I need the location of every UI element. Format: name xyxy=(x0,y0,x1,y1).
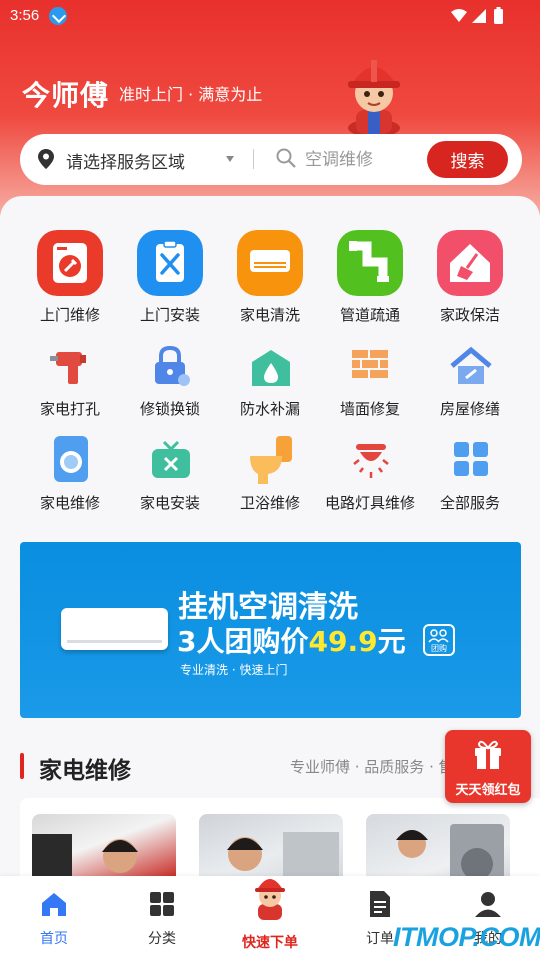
status-icons xyxy=(451,7,503,24)
chevron-down-icon[interactable] xyxy=(226,156,234,162)
tab-label: 首页 xyxy=(40,931,68,947)
service-label: 房屋修缮 xyxy=(439,400,500,418)
pipe-icon xyxy=(337,230,403,296)
tab-label: 快速下单 xyxy=(242,935,298,951)
tab-home[interactable]: 首页 xyxy=(14,876,94,960)
group-buy-label: 团购 xyxy=(431,644,447,653)
service-label: 修锁换锁 xyxy=(139,400,200,418)
grid-icon xyxy=(454,442,488,476)
service-label: 家电安装 xyxy=(139,494,200,512)
drill-icon xyxy=(50,352,86,384)
service-label: 管道疏通 xyxy=(339,306,400,324)
service-label: 电路灯具维修 xyxy=(324,494,415,512)
air-conditioner-image xyxy=(61,608,168,650)
location-pin-icon xyxy=(38,149,54,169)
service-label: 上门安装 xyxy=(139,306,200,324)
banner-subtitle: 专业清洗 · 快速上门 xyxy=(180,663,288,677)
service-appliance-cleaning[interactable]: 家电清洗 xyxy=(220,230,320,326)
tab-label: 分类 xyxy=(148,931,176,947)
washing-machine-wrench-icon xyxy=(37,230,103,296)
house-broom-icon xyxy=(437,230,503,296)
house-repair-icon xyxy=(450,346,492,384)
download-icon xyxy=(49,7,67,25)
mascot-illustration xyxy=(348,60,400,134)
service-house-repair[interactable]: 房屋修缮 xyxy=(420,346,520,420)
banner-price-suffix: 元 xyxy=(377,625,406,658)
service-housekeeping[interactable]: 家政保洁 xyxy=(420,230,520,326)
service-label: 防水补漏 xyxy=(239,400,300,418)
lock-icon xyxy=(155,346,190,386)
brand-slogan: 准时上门 · 满意为止 xyxy=(119,85,263,104)
service-appliance-install[interactable]: 家电安装 xyxy=(120,436,220,514)
banner-price-value: 49.9 xyxy=(308,625,378,658)
red-packet-label: 天天领红包 xyxy=(455,783,521,798)
signal-icon xyxy=(472,9,486,23)
group-buy-badge: 团购 xyxy=(423,624,455,656)
search-divider xyxy=(253,149,254,169)
brick-wall-icon xyxy=(352,350,388,378)
section-subtitle: 专业师傅 · 品质服务 · 售后无忧 xyxy=(290,758,460,776)
search-button[interactable]: 搜索 xyxy=(427,141,508,178)
banner-price-prefix: 3人团购价 xyxy=(177,625,309,658)
air-conditioner-icon xyxy=(237,230,303,296)
service-label: 墙面修复 xyxy=(339,400,400,418)
waterproof-icon xyxy=(252,350,290,386)
promo-banner[interactable]: 挂机空调清洗 3人团购价49.9元 专业清洗 · 快速上门 团购 xyxy=(20,542,521,718)
home-icon xyxy=(42,893,66,916)
washer-icon xyxy=(54,436,88,482)
toilet-icon xyxy=(250,436,292,484)
search-icon xyxy=(276,148,296,168)
service-onsite-repair[interactable]: 上门维修 xyxy=(20,230,120,326)
service-label: 家政保洁 xyxy=(439,306,500,324)
tab-quick-order[interactable]: 快速下单 xyxy=(230,876,310,960)
wifi-icon xyxy=(451,9,467,22)
group-icon xyxy=(428,629,449,643)
site-watermark: ITMOP.COM xyxy=(393,922,540,952)
clipboard-tools-icon xyxy=(137,230,203,296)
service-onsite-install[interactable]: 上门安装 xyxy=(120,230,220,326)
banner-price: 3人团购价49.9元 xyxy=(177,620,406,660)
search-input[interactable] xyxy=(305,146,435,174)
service-circuit-lighting[interactable]: 电路灯具维修 xyxy=(320,436,420,514)
service-label: 上门维修 xyxy=(39,306,100,324)
service-appliance-repair[interactable]: 家电维修 xyxy=(20,436,120,514)
mascot-icon xyxy=(255,879,285,920)
brand-title: 今师傅 xyxy=(22,79,110,112)
ceiling-lamp-icon xyxy=(353,444,389,478)
service-appliance-drilling[interactable]: 家电打孔 xyxy=(20,346,120,420)
status-time: 3:56 xyxy=(10,7,40,24)
red-packet-button[interactable]: 天天领红包 xyxy=(445,730,531,803)
service-lock-replace[interactable]: 修锁换锁 xyxy=(120,346,220,420)
region-selector[interactable]: 请选择服务区域 xyxy=(66,148,185,173)
search-bar: 请选择服务区域 搜索 xyxy=(20,134,522,185)
service-label: 卫浴维修 xyxy=(239,494,300,512)
service-waterproof-leak[interactable]: 防水补漏 xyxy=(220,346,320,420)
category-icon xyxy=(150,892,174,916)
tv-install-icon xyxy=(152,440,190,478)
user-icon xyxy=(475,892,501,917)
section-title: 家电维修 xyxy=(39,758,131,784)
status-bar: 3:56 xyxy=(0,0,540,32)
service-wall-repair[interactable]: 墙面修复 xyxy=(320,346,420,420)
service-bathroom-repair[interactable]: 卫浴维修 xyxy=(220,436,320,514)
service-label: 全部服务 xyxy=(439,494,500,512)
section-accent-bar xyxy=(20,753,24,779)
tab-category[interactable]: 分类 xyxy=(122,876,202,960)
service-all[interactable]: 全部服务 xyxy=(420,436,520,514)
gift-icon xyxy=(475,740,501,769)
order-icon xyxy=(370,891,390,917)
service-pipe-dredging[interactable]: 管道疏通 xyxy=(320,230,420,326)
battery-icon xyxy=(494,9,503,24)
service-label: 家电维修 xyxy=(39,494,100,512)
service-label: 家电打孔 xyxy=(39,400,100,418)
service-label: 家电清洗 xyxy=(239,306,300,324)
